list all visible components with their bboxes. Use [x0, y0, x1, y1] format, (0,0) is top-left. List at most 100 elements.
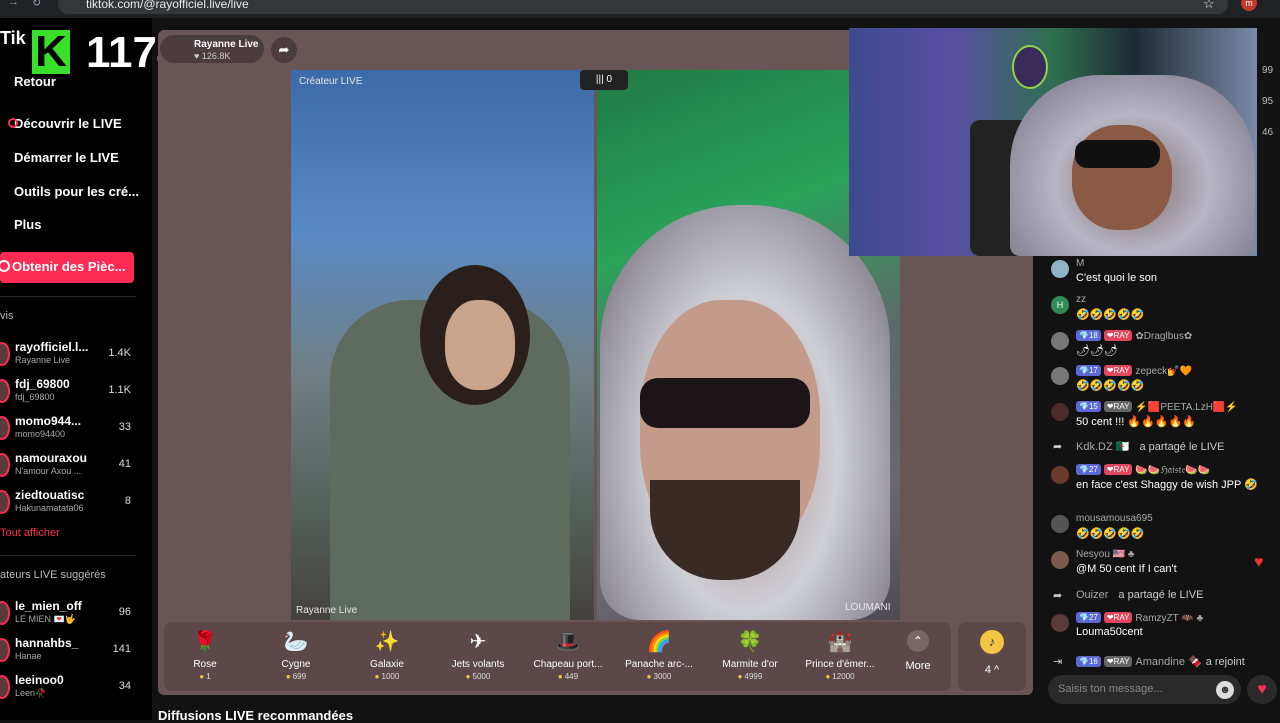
chat-user[interactable]: M	[1076, 258, 1084, 269]
avatar[interactable]	[1051, 260, 1069, 278]
suggested-account[interactable]: le_mien_off LE MIEN 💌🤟 96	[0, 597, 140, 631]
fan-badge: ❤RAY	[1103, 612, 1133, 623]
avatar[interactable]	[1051, 367, 1069, 385]
profile-avatar[interactable]: m	[1241, 0, 1257, 11]
chat-user[interactable]: 💎17 ❤RAY zepeck💅🧡	[1076, 365, 1192, 377]
menu-start-live[interactable]: Démarrer le LIVE	[14, 150, 119, 165]
reload-icon[interactable]: ↻	[32, 0, 41, 9]
chat-user[interactable]: zz	[1076, 294, 1086, 305]
join-user[interactable]: Amandine 🍫	[1135, 656, 1201, 668]
fan-badge: ❤RAY	[1103, 464, 1133, 475]
following-account[interactable]: ziedtouatisc Hakunamatata06 8	[0, 486, 140, 520]
viewer-count: 1.1K	[108, 384, 131, 396]
gift-price: 12000	[800, 672, 880, 681]
gift-hat[interactable]: 🎩 Chapeau port... 449	[528, 628, 608, 681]
avatar[interactable]	[1051, 551, 1069, 569]
gift-jets[interactable]: ✈ Jets volants 5000	[438, 628, 518, 681]
gift-price: 4999	[710, 672, 790, 681]
share-button[interactable]: ➦	[271, 37, 297, 63]
account-sub: Leen🥀	[15, 688, 47, 698]
bookmark-star-icon[interactable]: ☆	[1203, 0, 1215, 12]
avatar[interactable]	[1051, 466, 1069, 484]
coin-count: 4 ^	[984, 664, 1000, 676]
chat-text: 🤣🤣🤣🤣🤣	[1076, 309, 1145, 321]
avatar[interactable]	[1051, 332, 1069, 350]
suggested-account[interactable]: leeinoo0 Leen🥀 34	[0, 671, 140, 705]
hat-icon: 🎩	[555, 631, 581, 653]
menu-creator-tools[interactable]: Outils pour les cré...	[14, 184, 139, 199]
chat-username: RamzyZT 🦇 ♣	[1135, 613, 1204, 624]
gift-galaxy[interactable]: ✨ Galaxie 1000	[347, 628, 427, 681]
coin-balance[interactable]: ♪ 4 ^	[958, 622, 1026, 691]
following-account[interactable]: momo944... momo94400 33	[0, 412, 140, 446]
more-gifts-button[interactable]: ⌃ More	[898, 630, 938, 672]
suggested-account[interactable]: hannahbs_ Hanae 141	[0, 634, 140, 668]
account-name: fdj_69800	[15, 377, 70, 391]
viewer-count: 1.4K	[108, 347, 131, 359]
viewer-count: 33	[118, 421, 131, 433]
menu-back[interactable]: Retour	[14, 74, 56, 89]
share-user[interactable]: Ouizer	[1076, 589, 1108, 601]
account-name: rayofficiel.l...	[15, 340, 89, 354]
chat-user[interactable]: 💎27 ❤RAY RamzyZT 🦇 ♣	[1076, 612, 1203, 624]
gift-pot-of-gold[interactable]: 🍀 Marmite d'or 4999	[710, 628, 790, 681]
gift-emerald-prince[interactable]: 🏰 Prince d'émer... 12000	[800, 628, 880, 681]
following-account[interactable]: rayofficiel.l... Rayanne Live 1.4K	[0, 338, 140, 372]
chat-user[interactable]: Nesyou 🇺🇸 ♣	[1076, 549, 1134, 560]
tiktok-coin-icon: ♪	[980, 630, 1004, 654]
following-account[interactable]: namouraxou N'amour Axou ... 41	[0, 449, 140, 483]
browser-toolbar: → ↻ tiktok.com/@rayofficiel.live/live ☆ …	[0, 0, 1280, 18]
gift-rose[interactable]: 🌹 Rose 1	[165, 628, 245, 681]
kick-logo-overlay: K	[32, 30, 70, 74]
get-coins-button[interactable]: Obtenir des Pièc...	[0, 252, 134, 283]
share-text: a partagé le LIVE	[1139, 441, 1225, 453]
chat-text: en face c'est Shaggy de wish JPP 🤣	[1076, 479, 1258, 491]
webcam-sunglasses	[1075, 140, 1160, 168]
join-icon: ⇥	[1053, 656, 1063, 668]
gift-swan[interactable]: 🦢 Cygne 699	[256, 628, 336, 681]
avatar	[0, 601, 10, 625]
suggested-header: ateurs LIVE suggérés	[0, 569, 106, 581]
following-header: vis	[0, 310, 14, 322]
share-text: a partagé le LIVE	[1118, 589, 1204, 601]
side-number: 99	[1262, 65, 1274, 76]
following-account[interactable]: fdj_69800 fdj_69800 1.1K	[0, 375, 140, 409]
jet-icon: ✈	[469, 631, 487, 653]
emoji-icon[interactable]: ☻	[1216, 681, 1234, 699]
fan-badge: ❤RAY	[1103, 330, 1133, 341]
chat-user[interactable]: mousamousa695	[1076, 513, 1153, 524]
avatar[interactable]	[1051, 403, 1069, 421]
avatar[interactable]: H	[1051, 296, 1069, 314]
audio-badge[interactable]: ||| 0	[580, 70, 628, 90]
like-heart-button[interactable]: ♥	[1247, 675, 1277, 704]
chat-placeholder: Saisis ton message...	[1058, 683, 1163, 695]
forward-icon[interactable]: →	[8, 0, 19, 8]
side-number: 95	[1262, 96, 1274, 107]
show-all-link[interactable]: Tout afficher	[0, 527, 60, 539]
right-streamer-label: LOUMANI	[845, 602, 891, 613]
side-number: 46	[1262, 127, 1274, 138]
avatar	[0, 416, 10, 440]
viewer-count: 96	[118, 606, 131, 618]
chat-input[interactable]: Saisis ton message...	[1048, 675, 1241, 704]
chat-user[interactable]: 💎18 ❤RAY ✿Draglbus✿	[1076, 330, 1192, 342]
recommended-header: Diffusions LIVE recommandées	[158, 708, 354, 723]
share-user[interactable]: Kdk.DZ 🇩🇿	[1076, 441, 1129, 453]
divider	[0, 555, 136, 556]
avatar[interactable]	[1051, 614, 1069, 632]
gift-name: Jets volants	[451, 659, 505, 670]
tiktok-logo[interactable]: Tik	[0, 28, 26, 49]
url-text[interactable]: tiktok.com/@rayofficiel.live/live	[86, 0, 249, 11]
host-name[interactable]: Rayanne Live	[194, 39, 258, 50]
gift-rainbow[interactable]: 🌈 Panache arc-... 3000	[619, 628, 699, 681]
menu-more[interactable]: Plus	[14, 217, 41, 232]
menu-discover-live[interactable]: Découvrir le LIVE	[8, 116, 122, 131]
level-badge: 💎27	[1076, 612, 1101, 623]
chat-user[interactable]: 💎27 ❤RAY 🍉🍉ℌ𝔞𝔦𝔰𝔱𝔢🍉🍉	[1076, 464, 1210, 476]
level-badge: 💎16	[1076, 656, 1101, 667]
chat-text: C'est quoi le son	[1076, 272, 1157, 284]
chat-text: 50 cent !!! 🔥🔥🔥🔥🔥	[1076, 416, 1196, 428]
viewer-count: 8	[124, 495, 131, 507]
chat-user[interactable]: 💎15 ❤RAY ⚡🟥PEETA.LzH🟥⚡	[1076, 401, 1238, 413]
avatar[interactable]	[1051, 515, 1069, 533]
